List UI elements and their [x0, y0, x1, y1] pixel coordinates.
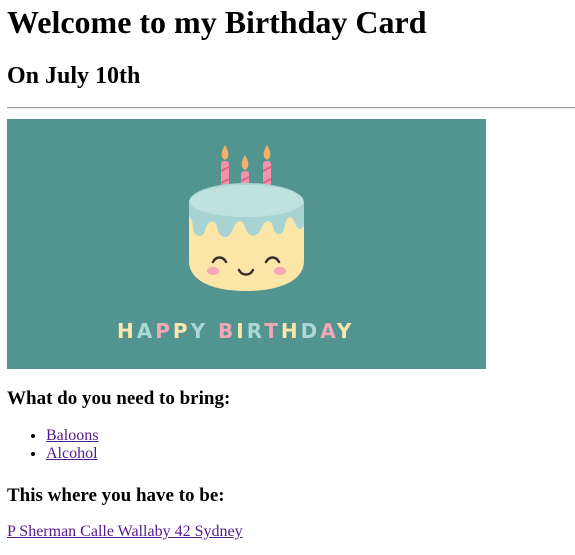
page-subtitle: On July 10th: [7, 63, 141, 89]
address-paragraph: P Sherman Calle Wallaby 42 Sydney: [7, 523, 243, 541]
birthday-cake-image: HAPPY BIRTHDAY: [7, 119, 486, 369]
page-title: Welcome to my Birthday Card: [7, 4, 427, 40]
page: Welcome to my Birthday Card On July 10th: [0, 0, 575, 555]
bring-heading: What do you need to bring:: [7, 388, 231, 409]
location-heading: This where you have to be:: [7, 485, 225, 506]
happy-birthday-text: HAPPY BIRTHDAY: [117, 319, 354, 343]
bring-item-link[interactable]: Baloons: [46, 427, 98, 444]
cake-top: [189, 185, 304, 217]
bring-item-link[interactable]: Alcohol: [46, 445, 98, 462]
list-item: Baloons: [46, 427, 98, 445]
divider: [7, 107, 575, 109]
list-item: Alcohol: [46, 445, 98, 463]
address-link[interactable]: P Sherman Calle Wallaby 42 Sydney: [7, 523, 243, 540]
bring-list: Baloons Alcohol: [7, 427, 98, 463]
